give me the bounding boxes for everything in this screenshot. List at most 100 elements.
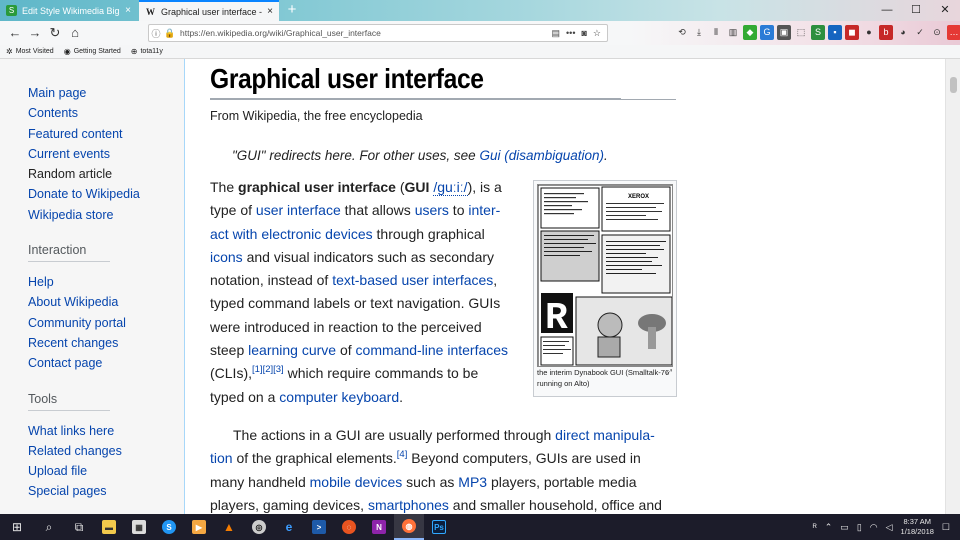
notifications-icon[interactable]: ☐ [942, 522, 950, 533]
link-interact[interactable]: inter- [468, 202, 500, 218]
sidebar-item-about[interactable]: About Wikipedia [28, 292, 178, 312]
extension-green-icon[interactable]: ◆ [743, 25, 757, 40]
clock[interactable]: 8:37 AM 1/18/2018 [901, 517, 934, 537]
pocket-icon[interactable]: ◙ [581, 28, 586, 39]
link-smartphones[interactable]: smartphones [368, 497, 449, 513]
sidebar-item-what-links-here[interactable]: What links here [28, 421, 178, 441]
link-mp3[interactable]: MP3 [458, 474, 487, 490]
extension-dark-icon[interactable]: ▣ [777, 25, 791, 40]
address-bar[interactable]: ⓘ 🔒 https://en.wikipedia.org/wiki/Graphi… [148, 24, 608, 42]
url-text[interactable]: https://en.wikipedia.org/wiki/Graphical_… [180, 28, 552, 38]
file-explorer-icon[interactable]: ▬ [94, 514, 124, 540]
citation-4[interactable]: [4] [397, 449, 408, 460]
extension-ghost-icon[interactable]: ◕ [896, 25, 910, 40]
extension-circle-icon[interactable]: ● [862, 25, 876, 40]
bookmark-most-visited[interactable]: ✲ Most Visited [6, 47, 54, 56]
extension-bookmark-icon[interactable]: ⊙ [930, 25, 944, 40]
history-icon[interactable]: ⟲ [675, 25, 689, 40]
extension-stylus-icon[interactable]: S [811, 25, 825, 40]
sidebar-icon[interactable]: ▥ [726, 25, 740, 40]
volume-icon[interactable]: ◁ [886, 522, 893, 533]
citation-1[interactable]: [1] [252, 364, 263, 375]
link-mobile-devices[interactable]: mobile devices [310, 474, 403, 490]
sidebar-item-recent-changes[interactable]: Recent changes [28, 333, 178, 353]
people-icon[interactable]: ᴿ [813, 522, 817, 532]
minimize-button[interactable]: — [872, 0, 902, 21]
citation-3[interactable]: [3] [273, 364, 284, 375]
scrollbar-thumb[interactable] [950, 77, 957, 93]
onenote-icon[interactable]: N [364, 514, 394, 540]
media-player-icon[interactable]: ▶ [184, 514, 214, 540]
sidebar-item-donate[interactable]: Donate to Wikipedia [28, 184, 178, 204]
sidebar-item-random-article[interactable]: Random article [28, 164, 178, 184]
extension-square-icon[interactable]: ▪ [828, 25, 842, 40]
library-icon[interactable]: ⫴ [709, 25, 723, 40]
hatnote-link[interactable]: Gui (disambiguation) [479, 148, 604, 163]
photoshop-icon[interactable]: Ps [424, 514, 454, 540]
forward-icon[interactable]: → [26, 24, 44, 42]
tab-close-icon[interactable]: × [125, 5, 131, 16]
link-user-interface[interactable]: user interface [256, 202, 341, 218]
edge-icon[interactable]: e [274, 514, 304, 540]
bookmark-star-icon[interactable]: ☆ [593, 28, 601, 39]
link-learning-curve[interactable]: learning curve [248, 342, 336, 358]
tab-close-icon[interactable]: × [267, 6, 273, 17]
citation-2[interactable]: [2] [263, 364, 274, 375]
home-icon[interactable]: ⌂ [66, 24, 84, 42]
link-computer-keyboard[interactable]: computer keyboard [279, 389, 399, 405]
dynabook-screenshot-image[interactable]: XEROX R [537, 184, 673, 367]
vlc-icon[interactable]: ▲ [214, 514, 244, 540]
link-command-line-interfaces[interactable]: command-line interfaces [356, 342, 509, 358]
link-users[interactable]: users [415, 202, 449, 218]
downloads-icon[interactable]: ⤓ [692, 25, 706, 40]
sidebar-item-related-changes[interactable]: Related changes [28, 441, 178, 461]
close-window-button[interactable]: ✕ [930, 0, 960, 21]
sidebar-item-community-portal[interactable]: Community portal [28, 313, 178, 333]
skype-icon[interactable]: S [154, 514, 184, 540]
back-icon[interactable]: ← [6, 24, 24, 42]
extension-b-icon[interactable]: b [879, 25, 893, 40]
enlarge-icon[interactable]: ⤢ [666, 368, 672, 378]
start-windows-icon[interactable]: ⊞ [0, 514, 34, 540]
bookmark-getting-started[interactable]: ◉ Getting Started [64, 47, 121, 56]
sidebar-item-contact[interactable]: Contact page [28, 353, 178, 373]
screenshot-icon[interactable]: ⬚ [794, 25, 808, 40]
page-actions-icon[interactable]: ••• [566, 28, 575, 39]
bookmark-tota11y[interactable]: ⊕ tota11y [131, 47, 163, 56]
battery-icon[interactable]: ▯ [857, 522, 862, 533]
link-direct-manipulation[interactable]: direct manipula- [555, 427, 655, 443]
link-text-based-ui[interactable]: text-based user interfaces [332, 272, 493, 288]
sidebar-item-contents[interactable]: Contents [28, 103, 178, 123]
ubuntu-icon[interactable]: ◌ [334, 514, 364, 540]
wifi-icon[interactable]: ◠ [870, 522, 878, 533]
sidebar-item-store[interactable]: Wikipedia store [28, 205, 178, 225]
firefox-taskbar-icon[interactable]: ◍ [394, 514, 424, 540]
tab-graphical-user-interface[interactable]: W Graphical user interface - Wikip × [139, 0, 279, 21]
store-icon[interactable]: ▦ [124, 514, 154, 540]
extension-lastpass-icon[interactable]: … [947, 25, 960, 40]
link-direct-manipulation-cont[interactable]: tion [210, 450, 233, 466]
extension-red-icon[interactable]: ◼ [845, 25, 859, 40]
extension-check-icon[interactable]: ✓ [913, 25, 927, 40]
show-hidden-icons-icon[interactable]: ⌃ [825, 522, 833, 533]
new-tab-button[interactable]: + [285, 1, 299, 19]
tab-edit-style[interactable]: S Edit Style Wikimedia Big Fonts × [0, 0, 137, 21]
reload-icon[interactable]: ↻ [46, 24, 64, 42]
network-icon[interactable]: ▭ [840, 522, 849, 533]
page-scrollbar[interactable] [945, 59, 960, 514]
sidebar-item-main-page[interactable]: Main page [28, 83, 178, 103]
info-icon[interactable]: ⓘ [149, 27, 163, 40]
extension-blue-icon[interactable]: G [760, 25, 774, 40]
sidebar-item-current-events[interactable]: Current events [28, 144, 178, 164]
task-view-icon[interactable]: ⧉ [64, 514, 94, 540]
sidebar-item-upload-file[interactable]: Upload file [28, 461, 178, 481]
search-icon[interactable]: ⌕ [34, 514, 64, 540]
ipa-link[interactable]: /ɡuːiː/ [433, 179, 468, 196]
sidebar-item-featured-content[interactable]: Featured content [28, 124, 178, 144]
link-icons[interactable]: icons [210, 249, 243, 265]
reader-view-icon[interactable]: ▤ [552, 28, 561, 39]
powershell-icon[interactable]: > [304, 514, 334, 540]
maximize-button[interactable]: ☐ [901, 0, 931, 21]
link-interact-cont[interactable]: act with electronic devices [210, 226, 373, 242]
steam-icon[interactable]: ◎ [244, 514, 274, 540]
